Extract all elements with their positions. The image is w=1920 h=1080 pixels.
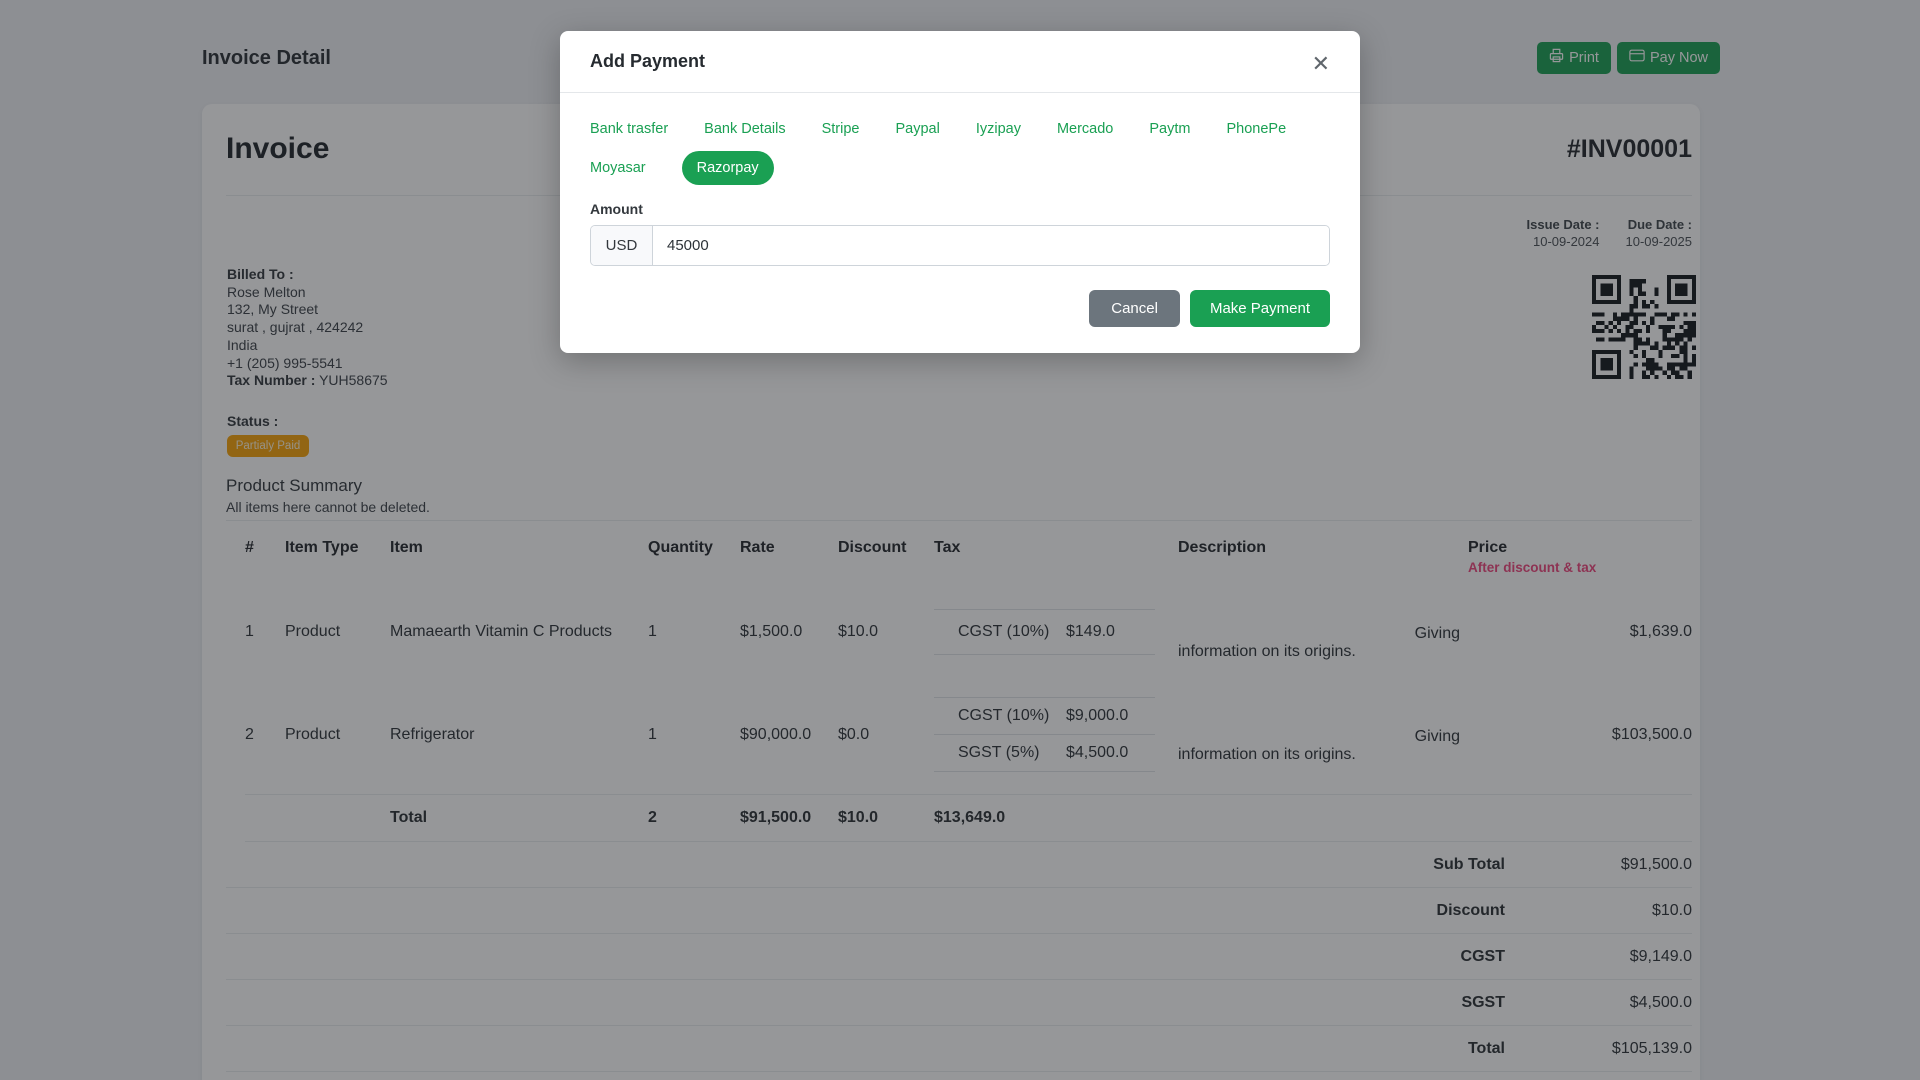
modal-title: Add Payment bbox=[590, 51, 706, 71]
add-payment-modal: Add Payment ✕ Bank trasfer Bank Details … bbox=[560, 31, 1360, 353]
tab-paytm[interactable]: Paytm bbox=[1149, 113, 1190, 145]
amount-input-group: USD bbox=[590, 225, 1330, 266]
modal-body: Bank trasfer Bank Details Stripe Paypal … bbox=[560, 93, 1360, 266]
amount-label: Amount bbox=[590, 201, 643, 217]
tab-moyasar[interactable]: Moyasar bbox=[590, 152, 646, 184]
close-icon[interactable]: ✕ bbox=[1306, 47, 1336, 81]
tab-stripe[interactable]: Stripe bbox=[822, 113, 860, 145]
modal-footer: Cancel Make Payment bbox=[560, 266, 1360, 353]
currency-prefix: USD bbox=[591, 226, 653, 265]
tab-bank-transfer[interactable]: Bank trasfer bbox=[590, 113, 668, 145]
tab-bank-details[interactable]: Bank Details bbox=[704, 113, 785, 145]
invoice-detail-page: Invoice Detail Print Pay Now Invoice #IN… bbox=[0, 0, 1920, 1080]
make-payment-button[interactable]: Make Payment bbox=[1189, 290, 1330, 327]
tab-paypal[interactable]: Paypal bbox=[895, 113, 939, 145]
modal-header: Add Payment ✕ bbox=[560, 31, 1360, 93]
cancel-button[interactable]: Cancel bbox=[1089, 290, 1180, 327]
tab-phonepe[interactable]: PhonePe bbox=[1226, 113, 1286, 145]
tab-iyzipay[interactable]: Iyzipay bbox=[976, 113, 1021, 145]
amount-input[interactable] bbox=[653, 226, 1329, 265]
tab-razorpay[interactable]: Razorpay bbox=[681, 151, 774, 185]
tab-mercado[interactable]: Mercado bbox=[1057, 113, 1113, 145]
payment-method-tabs: Bank trasfer Bank Details Stripe Paypal … bbox=[590, 113, 1330, 185]
